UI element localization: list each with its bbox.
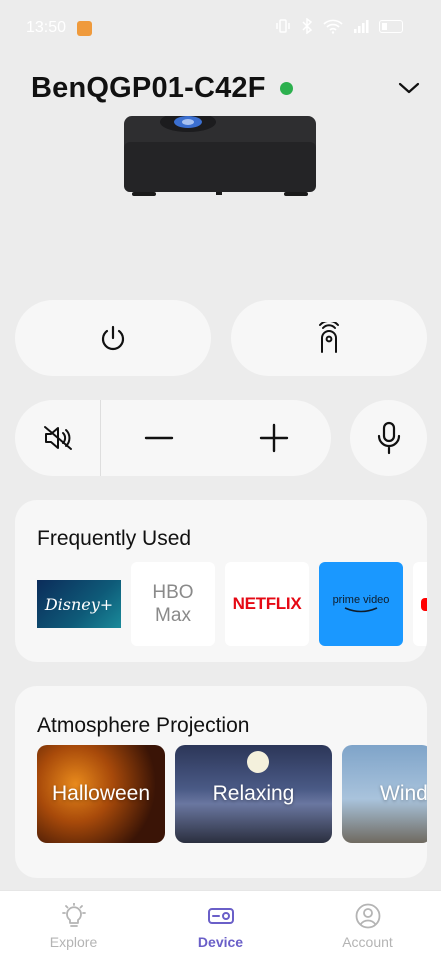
scene-halloween-label: Halloween — [51, 782, 151, 805]
battery-icon — [379, 19, 403, 33]
hbo-label-line1: HBO — [152, 582, 194, 603]
app-hbo-max[interactable]: HBO Max — [131, 562, 215, 646]
scene-list: Halloween Relaxing Wind — [37, 745, 427, 843]
remote-icon — [319, 322, 339, 353]
tab-account-label: Account — [342, 934, 393, 950]
power-button[interactable] — [15, 300, 211, 376]
app-disney[interactable]: Disney+ — [37, 562, 121, 646]
netflix-logo: NETFLIX — [232, 594, 302, 613]
atmosphere-title: Atmosphere Projection — [37, 714, 250, 737]
mute-button[interactable] — [15, 400, 101, 476]
volume-up-button[interactable] — [216, 400, 331, 476]
bluetooth-icon — [302, 18, 313, 34]
app-netflix[interactable]: NETFLIX — [225, 562, 309, 646]
frequently-used-title: Frequently Used — [37, 527, 192, 550]
moon-image — [247, 751, 269, 773]
account-icon — [355, 903, 380, 929]
hbo-label-line2: Max — [155, 605, 191, 626]
power-icon — [101, 325, 125, 351]
signal-icon — [354, 20, 369, 33]
prime-logo: prime video — [332, 594, 390, 606]
app-prime-video[interactable]: prime video — [319, 562, 403, 646]
volume-mute-icon — [43, 426, 72, 450]
notification-app-icon — [77, 21, 92, 36]
lightbulb-icon — [61, 903, 86, 927]
voice-button[interactable] — [350, 400, 427, 476]
projector-image — [124, 116, 316, 196]
app-youtube[interactable] — [413, 562, 427, 646]
plus-icon — [259, 423, 288, 453]
chevron-down-icon[interactable] — [397, 80, 421, 96]
projector-tab-icon — [207, 908, 234, 924]
atmosphere-projection-card: Atmosphere Projection Halloween Relaxing… — [15, 686, 427, 878]
tab-explore[interactable]: Explore — [0, 891, 147, 960]
tab-device[interactable]: Device — [147, 891, 294, 960]
remote-button[interactable] — [231, 300, 427, 376]
scene-window[interactable]: Wind — [342, 745, 427, 843]
tab-account[interactable]: Account — [294, 891, 441, 960]
frequently-used-card: Frequently Used Disney+ HBO Max NETFLIX … — [15, 500, 427, 662]
online-status-dot — [279, 82, 293, 95]
status-icons — [275, 18, 403, 34]
tab-device-label: Device — [197, 934, 244, 950]
tab-explore-label: Explore — [49, 934, 98, 950]
youtube-icon — [421, 597, 427, 611]
volume-control-group — [15, 400, 331, 476]
bottom-tab-bar: Explore Device Account — [0, 890, 441, 960]
volume-down-button[interactable] — [101, 400, 216, 476]
status-time: 13:50 — [26, 19, 67, 36]
scene-relaxing-label: Relaxing — [212, 782, 295, 805]
status-bar: 13:50 — [0, 0, 441, 56]
app-list: Disney+ HBO Max NETFLIX prime video — [37, 562, 427, 646]
device-header[interactable]: BenQGP01-C42F — [31, 72, 293, 105]
device-name: BenQGP01-C42F — [31, 72, 266, 104]
scene-halloween[interactable]: Halloween — [37, 745, 165, 843]
prime-smile-icon — [344, 607, 378, 613]
scene-window-label: Wind — [380, 782, 427, 805]
disney-logo: Disney+ — [37, 580, 121, 628]
minus-icon — [144, 436, 173, 440]
scene-relaxing[interactable]: Relaxing — [175, 745, 332, 843]
vibrate-icon — [276, 19, 290, 33]
wifi-icon — [323, 19, 343, 34]
microphone-icon — [377, 421, 400, 455]
